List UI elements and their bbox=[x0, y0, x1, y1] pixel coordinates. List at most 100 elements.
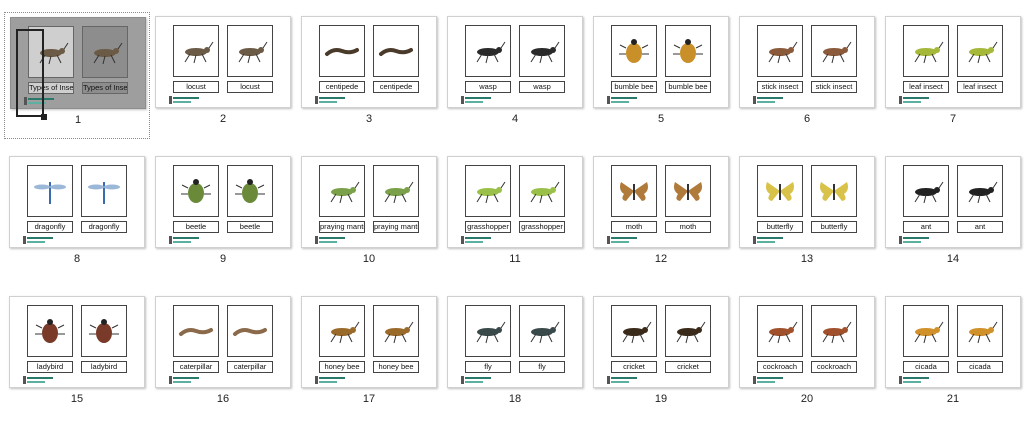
page-thumbnail[interactable]: centipede centipede 3 bbox=[296, 12, 442, 139]
page-preview[interactable]: centipede centipede bbox=[301, 16, 437, 108]
dragonfly-icon bbox=[81, 165, 127, 217]
butterfly-icon bbox=[757, 165, 803, 217]
page-thumbnail[interactable]: honey bee honey bee 17 bbox=[296, 292, 442, 419]
page-thumbnail[interactable]: ladybird ladybird 15 bbox=[4, 292, 150, 419]
card-label: bumble bee bbox=[611, 81, 657, 93]
cicada-icon bbox=[957, 305, 1003, 357]
page-footer-logo bbox=[315, 376, 355, 385]
page-thumbnail[interactable]: grasshopper grasshopper 11 bbox=[442, 152, 588, 279]
picture-card: praying mantis bbox=[319, 165, 365, 238]
page-preview[interactable]: grasshopper grasshopper bbox=[447, 156, 583, 248]
page-thumbnail[interactable]: moth moth 12 bbox=[588, 152, 734, 279]
card-label: grasshopper bbox=[465, 221, 511, 233]
page-preview[interactable]: cockroach cockroach bbox=[739, 296, 875, 388]
card-label: butterfly bbox=[757, 221, 803, 233]
picture-card: ladybird bbox=[27, 305, 73, 378]
page-preview[interactable]: butterfly butterfly bbox=[739, 156, 875, 248]
page-preview[interactable]: moth moth bbox=[593, 156, 729, 248]
grasshopper-icon bbox=[465, 165, 511, 217]
page-preview[interactable]: ladybird ladybird bbox=[9, 296, 145, 388]
page-thumbnail[interactable]: dragonfly dragonfly 8 bbox=[4, 152, 150, 279]
page-preview[interactable]: caterpillar caterpillar bbox=[155, 296, 291, 388]
card-label: stick insect bbox=[757, 81, 803, 93]
page-footer-logo bbox=[899, 376, 939, 385]
page-thumbnail[interactable]: fly fly 18 bbox=[442, 292, 588, 419]
caterpillar-icon bbox=[227, 305, 273, 357]
page-preview[interactable]: honey bee honey bee bbox=[301, 296, 437, 388]
page-footer-logo bbox=[607, 236, 647, 245]
card-label: caterpillar bbox=[173, 361, 219, 373]
moth-icon bbox=[611, 165, 657, 217]
page-thumbnail[interactable]: caterpillar caterpillar 16 bbox=[150, 292, 296, 419]
page-thumbnail[interactable]: cicada cicada 21 bbox=[880, 292, 1024, 419]
card-label: dragonfly bbox=[81, 221, 127, 233]
label-card: cricket bbox=[665, 305, 711, 378]
page-thumbnail[interactable]: praying mantis praying mantis 10 bbox=[296, 152, 442, 279]
label-card: cockroach bbox=[811, 305, 857, 378]
page-thumbnail[interactable]: leaf insect leaf insect 7 bbox=[880, 12, 1024, 139]
picture-card: cockroach bbox=[757, 305, 803, 378]
page-number: 5 bbox=[657, 113, 665, 125]
card-label: ant bbox=[903, 221, 949, 233]
page-number: 3 bbox=[365, 113, 373, 125]
picture-card: moth bbox=[611, 165, 657, 238]
page-thumbnail[interactable]: locust locust 2 bbox=[150, 12, 296, 139]
ladybird-icon bbox=[27, 305, 73, 357]
card-label: cockroach bbox=[811, 361, 857, 373]
page-preview[interactable]: praying mantis praying mantis bbox=[301, 156, 437, 248]
page-thumbnail[interactable]: Types of Insects Types of Insects 1 bbox=[4, 12, 150, 139]
page-preview[interactable]: beetle beetle bbox=[155, 156, 291, 248]
page-number: 15 bbox=[70, 393, 84, 405]
page-footer-logo bbox=[461, 96, 501, 105]
page-thumbnail[interactable]: cockroach cockroach 20 bbox=[734, 292, 880, 419]
card-label: moth bbox=[665, 221, 711, 233]
page-preview[interactable]: leaf insect leaf insect bbox=[885, 16, 1021, 108]
page-thumbnail[interactable]: wasp wasp 4 bbox=[442, 12, 588, 139]
label-card: grasshopper bbox=[519, 165, 565, 238]
page-number: 7 bbox=[949, 113, 957, 125]
card-label: stick insect bbox=[811, 81, 857, 93]
card-label: Types of Insects bbox=[82, 82, 128, 94]
page-preview[interactable]: ant ant bbox=[885, 156, 1021, 248]
page-preview[interactable]: cicada cicada bbox=[885, 296, 1021, 388]
picture-card: centipede bbox=[319, 25, 365, 98]
cockroach-icon bbox=[811, 305, 857, 357]
page-thumbnail[interactable]: butterfly butterfly 13 bbox=[734, 152, 880, 279]
picture-card: cricket bbox=[611, 305, 657, 378]
page-thumbnail[interactable]: beetle beetle 9 bbox=[150, 152, 296, 279]
page-preview[interactable]: fly fly bbox=[447, 296, 583, 388]
label-card: wasp bbox=[519, 25, 565, 98]
ant-icon bbox=[903, 165, 949, 217]
card-label: grasshopper bbox=[519, 221, 565, 233]
stick-insect-icon bbox=[811, 25, 857, 77]
label-card: locust bbox=[227, 25, 273, 98]
page-thumbnail[interactable]: stick insect stick insect 6 bbox=[734, 12, 880, 139]
card-label: ladybird bbox=[27, 361, 73, 373]
page-preview[interactable]: locust locust bbox=[155, 16, 291, 108]
cicada-icon bbox=[903, 305, 949, 357]
picture-card: wasp bbox=[465, 25, 511, 98]
page-footer-logo bbox=[461, 236, 501, 245]
label-card: butterfly bbox=[811, 165, 857, 238]
page-thumbnail[interactable]: cricket cricket 19 bbox=[588, 292, 734, 419]
page-number: 6 bbox=[803, 113, 811, 125]
label-card: centipede bbox=[373, 25, 419, 98]
page-number: 4 bbox=[511, 113, 519, 125]
page-preview[interactable]: stick insect stick insect bbox=[739, 16, 875, 108]
page-thumbnail[interactable]: bumble bee bumble bee 5 bbox=[588, 12, 734, 139]
page-preview[interactable]: wasp wasp bbox=[447, 16, 583, 108]
page-footer-logo bbox=[315, 236, 355, 245]
page-preview[interactable]: cricket cricket bbox=[593, 296, 729, 388]
picture-card: cicada bbox=[903, 305, 949, 378]
label-card: beetle bbox=[227, 165, 273, 238]
card-label: praying mantis bbox=[373, 221, 419, 233]
page-preview[interactable]: bumble bee bumble bee bbox=[593, 16, 729, 108]
page-number: 19 bbox=[654, 393, 668, 405]
page-number: 17 bbox=[362, 393, 376, 405]
page-preview[interactable]: dragonfly dragonfly bbox=[9, 156, 145, 248]
page-thumbnail[interactable]: ant ant 14 bbox=[880, 152, 1024, 279]
card-label: fly bbox=[465, 361, 511, 373]
picture-card: beetle bbox=[173, 165, 219, 238]
label-card: caterpillar bbox=[227, 305, 273, 378]
grasshopper-icon bbox=[519, 165, 565, 217]
